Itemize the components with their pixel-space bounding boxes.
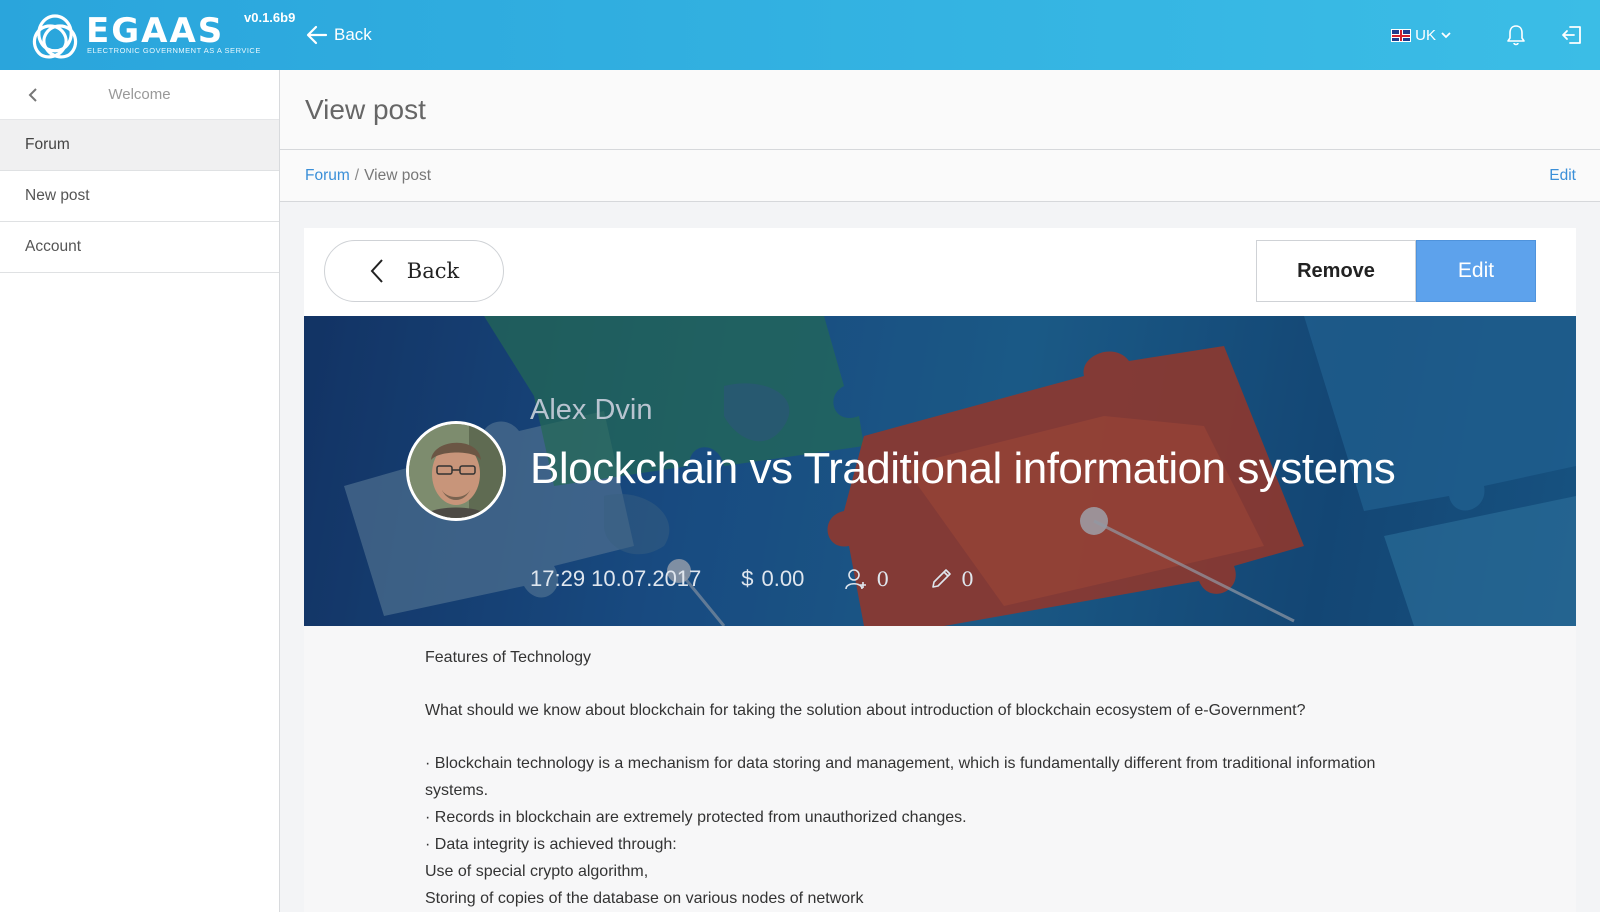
chevron-down-icon — [1441, 32, 1451, 39]
egaas-logo[interactable]: EGAAS ELECTRONIC GOVERNMENT AS A SERVICE… — [28, 10, 298, 62]
post-meta: 17:29 10.07.2017 $ 0.00 0 0 — [530, 566, 1014, 592]
sidebar-item-new-post[interactable]: New post — [0, 171, 279, 222]
post-body: Features of Technology What should we kn… — [425, 644, 1425, 912]
top-right-controls: UK — [1391, 0, 1600, 70]
sidebar-item-forum[interactable]: Forum — [0, 120, 279, 171]
pencil-icon — [932, 569, 951, 588]
post-hero-banner: Alex Dvin Blockchain vs Traditional info… — [304, 316, 1576, 626]
post-title: Blockchain vs Traditional information sy… — [530, 444, 1396, 493]
post-card: Back Remove Edit Alex Dvin Blockchain vs… — [304, 228, 1576, 912]
sidebar-item-label: Account — [25, 238, 82, 255]
arrow-left-icon — [306, 25, 328, 45]
post-edits-count: 0 — [961, 567, 974, 591]
logo-tagline: ELECTRONIC GOVERNMENT AS A SERVICE — [87, 46, 261, 55]
post-body-line: Storing of copies of the database on var… — [425, 890, 864, 907]
logout-icon — [1562, 26, 1581, 44]
post-toolbar: Back Remove Edit — [304, 228, 1576, 316]
post-body-line: · Data integrity is achieved through: — [425, 836, 677, 853]
page-title: View post — [305, 93, 426, 125]
uk-flag-icon — [1391, 28, 1412, 42]
top-back-button[interactable]: Back — [306, 20, 372, 50]
sidebar: Welcome Forum New post Account — [0, 70, 280, 912]
page-header: View post — [280, 70, 1600, 150]
post-body-line: · Records in blockchain are extremely pr… — [425, 809, 967, 826]
chevron-left-icon[interactable] — [24, 85, 44, 105]
back-button-label: Back — [406, 259, 460, 283]
sidebar-header: Welcome — [0, 70, 279, 120]
language-label: UK — [1415, 26, 1436, 44]
version-label: v0.1.6b9 — [244, 10, 296, 25]
notifications-button[interactable] — [1488, 0, 1544, 70]
logo-knot-icon — [32, 14, 78, 59]
post-body-line: Use of special crypto algorithm, — [425, 863, 649, 880]
post-datetime-value: 17:29 10.07.2017 — [530, 566, 702, 591]
language-selector[interactable]: UK — [1391, 27, 1452, 44]
user-add-icon — [845, 569, 867, 590]
post-edits[interactable]: 0 — [929, 567, 974, 591]
main-content: View post Forum / View post Edit Back Re… — [280, 70, 1600, 912]
page-edit-link[interactable]: Edit — [1549, 167, 1576, 185]
sidebar-item-label: New post — [25, 187, 90, 204]
post-author[interactable]: Alex Dvin — [530, 394, 653, 427]
edit-button[interactable]: Edit — [1416, 240, 1536, 302]
top-bar: EGAAS ELECTRONIC GOVERNMENT AS A SERVICE… — [0, 0, 1600, 70]
post-followers[interactable]: 0 — [844, 567, 889, 591]
logo-wordmark: EGAAS — [86, 11, 225, 51]
back-button[interactable]: Back — [324, 240, 504, 302]
chevron-left-icon — [370, 259, 383, 283]
post-datetime: 17:29 10.07.2017 — [530, 566, 701, 592]
author-avatar[interactable] — [406, 421, 506, 521]
post-body-heading: Features of Technology — [425, 649, 592, 666]
breadcrumb-separator: / — [354, 166, 360, 184]
breadcrumb-forum-link[interactable]: Forum — [305, 167, 350, 185]
sidebar-item-account[interactable]: Account — [0, 222, 279, 273]
dollar-icon: $ — [741, 566, 754, 591]
author-portrait-image — [409, 424, 503, 518]
remove-button[interactable]: Remove — [1256, 240, 1416, 302]
sidebar-item-label: Forum — [25, 136, 70, 153]
post-amount: $ 0.00 — [741, 566, 804, 592]
post-followers-count: 0 — [876, 567, 890, 591]
post-body-line: · Blockchain technology is a mechanism f… — [425, 755, 1376, 799]
logout-button[interactable] — [1544, 0, 1600, 70]
post-body-question: What should we know about blockchain for… — [425, 702, 1306, 719]
breadcrumb-current: View post — [364, 166, 432, 184]
top-back-label: Back — [334, 25, 372, 44]
breadcrumb: Forum / View post Edit — [280, 150, 1600, 202]
post-amount-value: 0.00 — [761, 566, 805, 591]
bell-icon — [1507, 25, 1525, 46]
